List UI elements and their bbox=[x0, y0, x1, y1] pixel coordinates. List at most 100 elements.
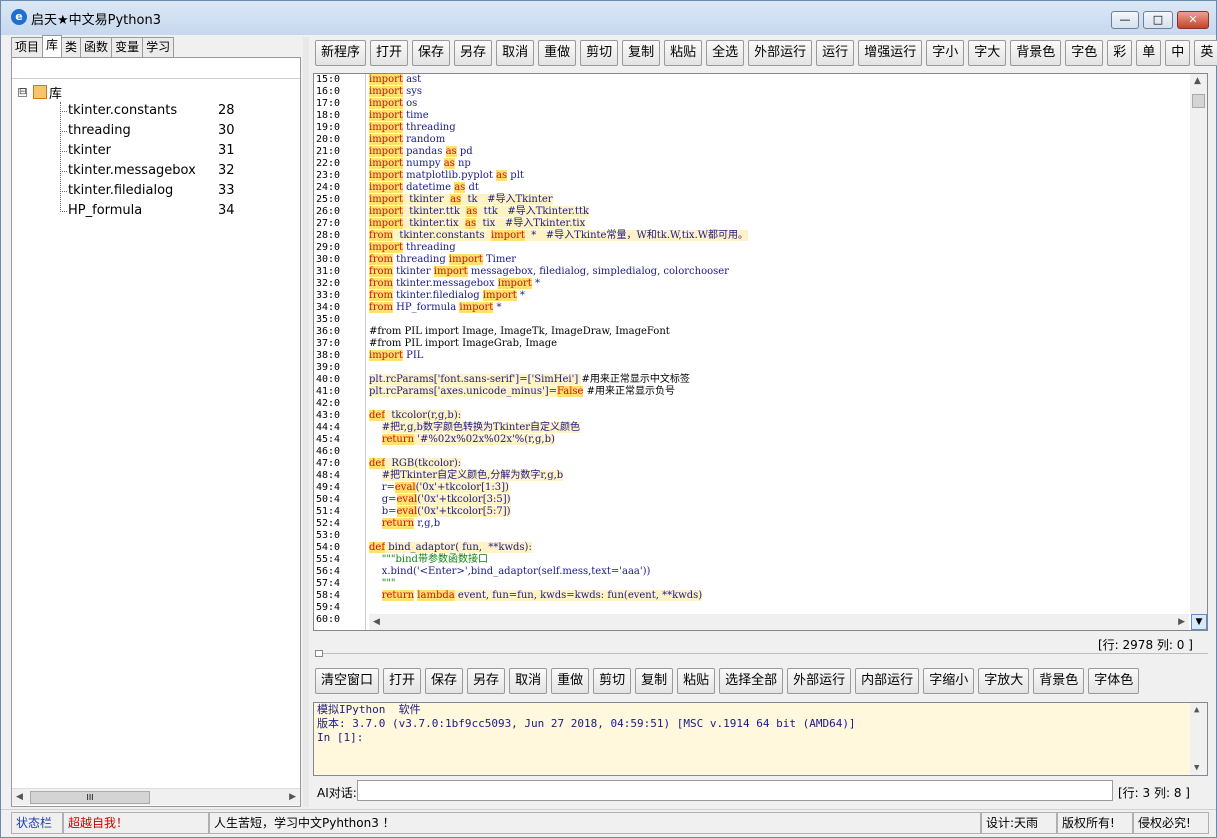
line-number: 36:0 bbox=[316, 326, 341, 337]
left-tab[interactable]: 类 bbox=[61, 37, 82, 57]
console-toolbar-button[interactable]: 内部运行 bbox=[855, 668, 920, 694]
code-line: from HP_formula import * bbox=[369, 302, 1189, 314]
scroll-down-icon[interactable]: ▼ bbox=[1191, 614, 1207, 630]
editor-toolbar-button[interactable]: 字小 bbox=[926, 40, 965, 66]
editor-toolbar-button[interactable]: 单 bbox=[1136, 40, 1162, 66]
tree-item[interactable]: tkinter 31 bbox=[60, 142, 300, 160]
ipython-console[interactable]: 模拟IPython 软件 版本: 3.7.0 (v3.7.0:1bf9cc5093… bbox=[313, 702, 1208, 776]
editor-toolbar-button[interactable]: 打开 bbox=[370, 40, 409, 66]
line-number: 48:4 bbox=[316, 470, 341, 481]
line-number: 45:4 bbox=[316, 434, 341, 445]
title-bar[interactable]: e 启天★中文易Python3 — □ ✕ bbox=[1, 1, 1216, 35]
close-button[interactable]: ✕ bbox=[1177, 11, 1209, 29]
code-token: '#%02x%02x%02x'%(r,g,b) bbox=[414, 434, 555, 445]
console-toolbar-button[interactable]: 复制 bbox=[635, 668, 674, 694]
console-toolbar-button[interactable]: 另存 bbox=[467, 668, 506, 694]
left-tab[interactable]: 库 bbox=[42, 35, 63, 57]
console-line: 版本: 3.7.0 (v3.7.0:1bf9cc5093, Jun 27 201… bbox=[317, 717, 856, 730]
console-toolbar-button[interactable]: 打开 bbox=[383, 668, 422, 694]
line-number: 28:0 bbox=[316, 230, 341, 241]
ai-chat-input[interactable] bbox=[357, 780, 1113, 801]
collapse-icon[interactable]: ⊟ bbox=[18, 87, 27, 97]
console-vertical-scrollbar[interactable]: ▲ ▼ bbox=[1190, 703, 1207, 775]
code-token: dt bbox=[465, 182, 479, 193]
editor-toolbar-button[interactable]: 复制 bbox=[622, 40, 661, 66]
divider-grip-icon[interactable] bbox=[315, 650, 323, 657]
tree-item[interactable]: HP_formula 34 bbox=[60, 202, 300, 220]
editor-toolbar-button[interactable]: 英 bbox=[1194, 40, 1217, 66]
editor-toolbar-button[interactable]: 另存 bbox=[454, 40, 493, 66]
code-keyword: as bbox=[465, 218, 477, 229]
console-toolbar-button[interactable]: 保存 bbox=[425, 668, 464, 694]
editor-toolbar-button[interactable]: 新程序 bbox=[315, 40, 367, 66]
line-number: 15:0 bbox=[316, 74, 341, 85]
scroll-down-icon[interactable]: ▼ bbox=[1194, 763, 1199, 773]
tree-item-line: 30 bbox=[218, 123, 235, 138]
console-toolbar-button[interactable]: 清空窗口 bbox=[315, 668, 380, 694]
editor-toolbar-button[interactable]: 增强运行 bbox=[858, 40, 923, 66]
editor-toolbar-button[interactable]: 重做 bbox=[538, 40, 577, 66]
code-keyword: import bbox=[448, 254, 483, 265]
editor-toolbar-button[interactable]: 外部运行 bbox=[748, 40, 813, 66]
tree-item[interactable]: tkinter.constants 28 bbox=[60, 102, 300, 120]
code-line: from tkinter.messagebox import * bbox=[369, 278, 1189, 290]
tree-item[interactable]: threading 30 bbox=[60, 122, 300, 140]
console-cursor-position: [行: 3 列: 8 ] bbox=[1118, 786, 1190, 800]
scroll-up-icon[interactable]: ▲ bbox=[1194, 705, 1199, 715]
editor-toolbar-button[interactable]: 取消 bbox=[496, 40, 535, 66]
minimize-button[interactable]: — bbox=[1111, 11, 1139, 29]
editor-toolbar-button[interactable]: 运行 bbox=[816, 40, 855, 66]
line-number: 18:0 bbox=[316, 110, 341, 121]
panel-splitter[interactable] bbox=[303, 37, 309, 807]
editor-toolbar-button[interactable]: 字大 bbox=[968, 40, 1007, 66]
tree-item[interactable]: tkinter.filedialog 33 bbox=[60, 182, 300, 200]
left-tab[interactable]: 函数 bbox=[80, 37, 113, 57]
editor-toolbar-button[interactable]: 全选 bbox=[706, 40, 745, 66]
maximize-button[interactable]: □ bbox=[1143, 11, 1173, 29]
scroll-right-icon[interactable]: ▶ bbox=[1178, 617, 1185, 627]
console-toolbar-button[interactable]: 剪切 bbox=[593, 668, 632, 694]
code-line: import threading bbox=[369, 122, 1189, 134]
pane-divider[interactable] bbox=[315, 650, 1208, 659]
console-toolbar-button[interactable]: 字体色 bbox=[1088, 668, 1140, 694]
editor-vertical-scrollbar[interactable]: ▲ bbox=[1190, 74, 1207, 614]
tree-item[interactable]: tkinter.messagebox 32 bbox=[60, 162, 300, 180]
left-tab[interactable]: 变量 bbox=[111, 37, 144, 57]
code-keyword: as bbox=[450, 194, 462, 205]
code-token: ( fun, **kwds): bbox=[455, 542, 532, 553]
editor-toolbar-button[interactable]: 彩 bbox=[1107, 40, 1133, 66]
tree-item-line: 31 bbox=[218, 143, 235, 158]
console-toolbar-button[interactable]: 字放大 bbox=[978, 668, 1030, 694]
editor-toolbar-button[interactable]: 中 bbox=[1165, 40, 1191, 66]
scroll-right-icon[interactable]: ▶ bbox=[289, 792, 296, 802]
tree-root-library[interactable]: ⊟ 库 bbox=[18, 84, 62, 102]
console-toolbar-button[interactable]: 字缩小 bbox=[923, 668, 975, 694]
editor-toolbar-button[interactable]: 背景色 bbox=[1010, 40, 1062, 66]
code-area[interactable]: import ast import sys import os import time… bbox=[369, 74, 1189, 614]
console-toolbar-button[interactable]: 背景色 bbox=[1033, 668, 1085, 694]
console-toolbar-button[interactable]: 重做 bbox=[551, 668, 590, 694]
left-horizontal-scrollbar[interactable]: ◀ III ▶ bbox=[12, 788, 300, 805]
left-tab[interactable]: 项目 bbox=[11, 37, 44, 57]
editor-toolbar-button[interactable]: 粘贴 bbox=[664, 40, 703, 66]
left-tab[interactable]: 学习 bbox=[142, 37, 175, 57]
console-toolbar-button[interactable]: 选择全部 bbox=[719, 668, 784, 694]
console-toolbar-button[interactable]: 粘贴 bbox=[677, 668, 716, 694]
editor-toolbar-button[interactable]: 剪切 bbox=[580, 40, 619, 66]
scroll-thumb[interactable]: III bbox=[30, 791, 150, 804]
code-editor[interactable]: 15:0 16:0 17:0 18:0 19:0 20:0 21:0 22:0 23:0 24:0… bbox=[313, 73, 1208, 631]
line-number: 49:4 bbox=[316, 482, 341, 493]
scroll-thumb[interactable] bbox=[1192, 94, 1205, 108]
scroll-left-icon[interactable]: ◀ bbox=[16, 792, 23, 802]
editor-horizontal-scrollbar[interactable]: ◀ ▶ bbox=[369, 614, 1189, 630]
tree-item-name: tkinter.constants bbox=[68, 103, 178, 118]
console-toolbar-button[interactable]: 外部运行 bbox=[787, 668, 852, 694]
editor-toolbar-button[interactable]: 字色 bbox=[1065, 40, 1104, 66]
scroll-left-icon[interactable]: ◀ bbox=[373, 617, 380, 627]
scroll-up-icon[interactable]: ▲ bbox=[1194, 76, 1201, 86]
editor-toolbar-button[interactable]: 保存 bbox=[412, 40, 451, 66]
console-toolbar-button[interactable]: 取消 bbox=[509, 668, 548, 694]
code-token: numpy bbox=[402, 158, 444, 169]
